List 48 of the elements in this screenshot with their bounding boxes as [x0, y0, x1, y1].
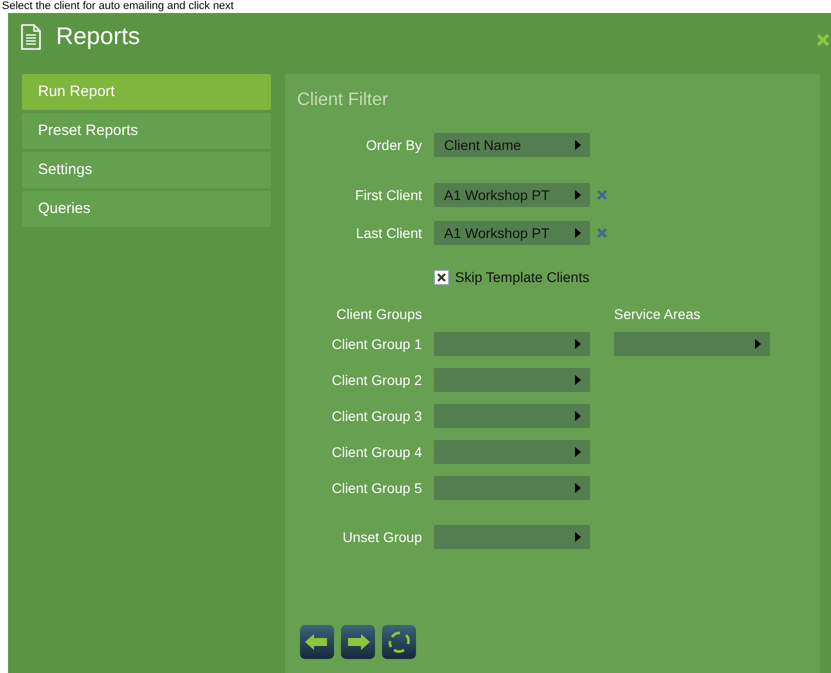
sidebar-item[interactable]: Preset Reports [22, 113, 271, 149]
field-label: First Client [354, 186, 422, 204]
back-arrow-button[interactable] [300, 625, 334, 659]
caret-icon [574, 227, 582, 239]
section-heading: Client Groups [335, 304, 422, 324]
dropdown[interactable] [614, 332, 770, 356]
instruction-text: Select the client for auto emailing and click next [2, 0, 234, 13]
caret-icon [754, 338, 762, 350]
sidebar-item[interactable]: Run Report [22, 74, 271, 110]
sidebar-item[interactable]: Queries [22, 191, 271, 227]
field-label: Unset Group [342, 528, 422, 547]
dropdown[interactable] [434, 404, 590, 428]
caret-icon [574, 189, 582, 201]
caret-icon [574, 374, 582, 386]
dropdown[interactable]: A1 Workshop PT [434, 183, 590, 207]
document-icon [20, 23, 42, 51]
checkbox[interactable] [434, 270, 449, 284]
caret-icon [574, 338, 582, 350]
dropdown[interactable]: A1 Workshop PT [434, 221, 590, 245]
field-label: Client Group 4 [330, 442, 422, 462]
field-label: Client Group 5 [330, 478, 422, 498]
dropdown[interactable] [434, 476, 590, 500]
sidebar-item[interactable]: Settings [22, 152, 271, 188]
dropdown[interactable] [434, 332, 590, 356]
field-label: Client Group 3 [330, 406, 422, 426]
caret-icon [574, 446, 582, 458]
field-label: Last Client [354, 224, 422, 242]
caret-icon [574, 139, 582, 151]
refresh-button[interactable] [382, 625, 416, 659]
panel-title: Client Filter [296, 88, 390, 111]
close-icon[interactable] [816, 33, 830, 47]
field-label: Client Group 2 [330, 370, 422, 390]
dropdown[interactable] [434, 525, 590, 549]
field-label: Client Group 1 [330, 334, 422, 354]
caret-icon [574, 482, 582, 494]
caret-icon [574, 531, 582, 543]
check-mark-icon [437, 272, 446, 282]
dropdown[interactable] [434, 440, 590, 464]
clear-icon[interactable] [596, 189, 608, 201]
field-label: Order By [364, 136, 422, 155]
clear-icon[interactable] [596, 227, 608, 239]
dropdown[interactable]: Client Name [434, 133, 590, 157]
caret-icon [574, 410, 582, 422]
checkbox-label: Skip Template Clients [455, 268, 590, 287]
window-title: Reports [56, 22, 140, 52]
section-heading: Service Areas [614, 304, 700, 324]
forward-arrow-button[interactable] [341, 625, 375, 659]
dropdown[interactable] [434, 368, 590, 392]
